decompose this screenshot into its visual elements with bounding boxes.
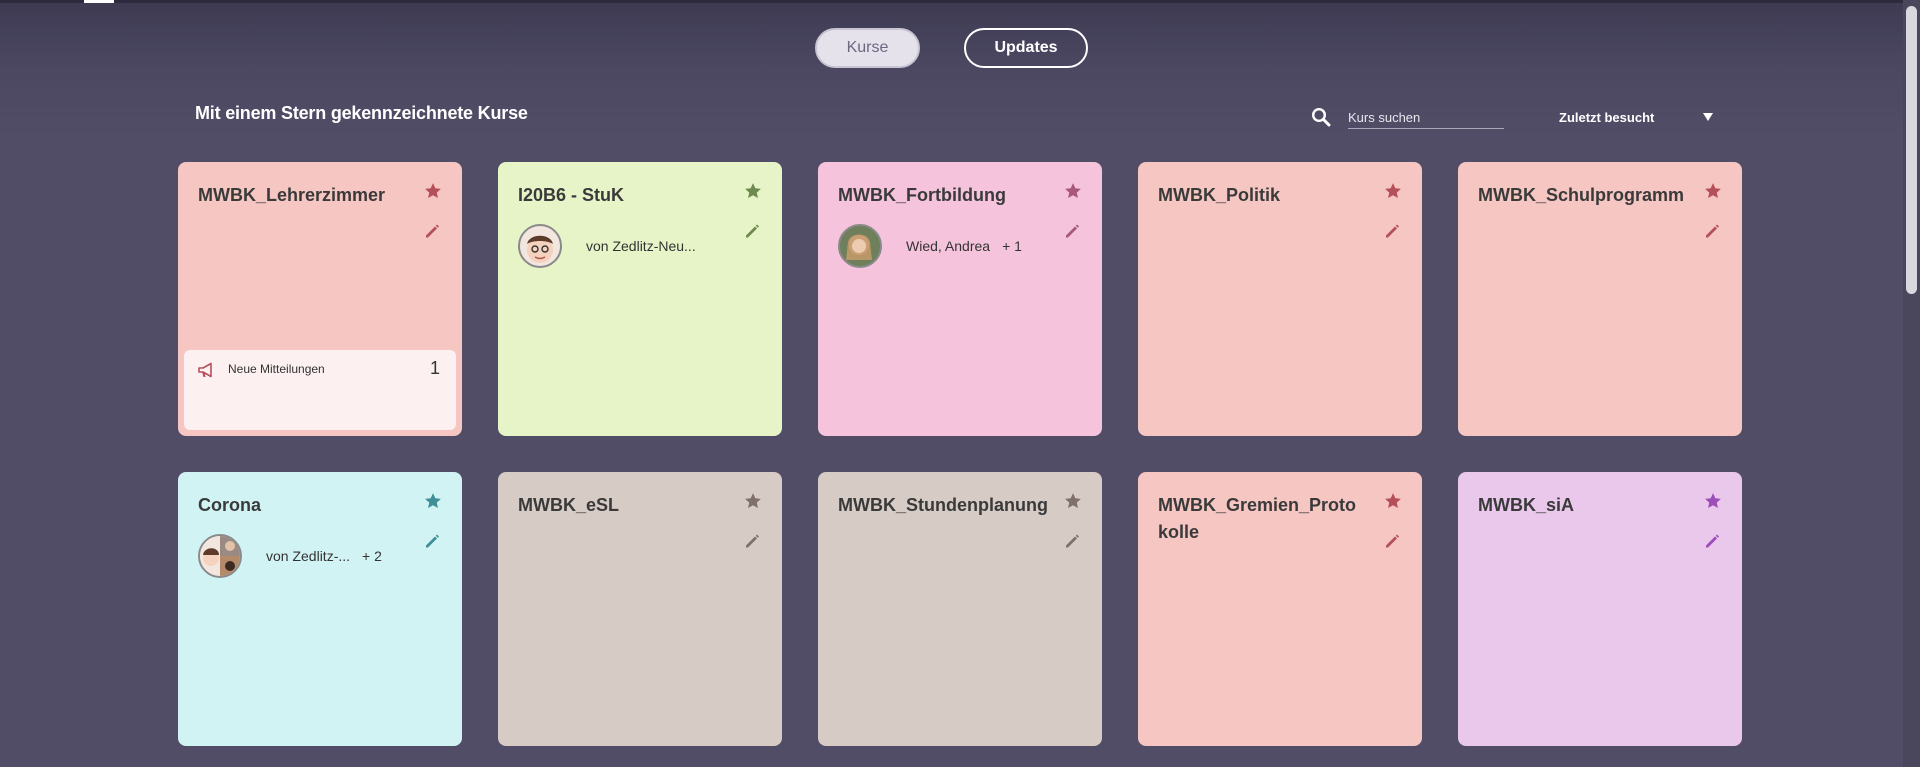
avatar (198, 534, 242, 578)
edit-pencil-icon[interactable] (424, 223, 440, 239)
course-title: MWBK_Lehrerzimmer (198, 185, 386, 205)
owner-extra-count: + 2 (362, 548, 382, 564)
edit-pencil-icon[interactable] (1064, 533, 1080, 549)
star-icon[interactable] (1384, 492, 1402, 510)
course-title: MWBK_Gremien_Protokolle (1158, 495, 1357, 542)
owner-name: Wied, Andrea (906, 238, 991, 254)
edit-pencil-icon[interactable] (1704, 533, 1720, 549)
top-bar-indicator (84, 0, 114, 3)
top-bar (0, 0, 1920, 3)
course-card[interactable]: MWBK_Fortbildung Wied, Andrea + 1 (818, 162, 1102, 436)
sort-dropdown[interactable]: Zuletzt besucht (1559, 106, 1713, 128)
notice-label: Neue Mitteilungen (228, 362, 325, 376)
chevron-down-icon (1703, 113, 1713, 121)
star-icon[interactable] (1704, 182, 1722, 200)
tab-kurse[interactable]: Kurse (815, 28, 920, 68)
tab-updates[interactable]: Updates (964, 28, 1088, 68)
search-icon[interactable] (1311, 107, 1331, 127)
course-title: I20B6 - StuK (518, 185, 625, 205)
course-title: MWBK_siA (1478, 495, 1575, 515)
course-card[interactable]: MWBK_Schulprogramm (1458, 162, 1742, 436)
star-icon[interactable] (1064, 182, 1082, 200)
course-card[interactable]: MWBK_Lehrerzimmer Neue Mitteilungen 1 (178, 162, 462, 436)
edit-pencil-icon[interactable] (424, 533, 440, 549)
star-icon[interactable] (424, 492, 442, 510)
star-icon[interactable] (1704, 492, 1722, 510)
owner-extra-count: + 1 (1002, 238, 1022, 254)
edit-pencil-icon[interactable] (1384, 223, 1400, 239)
owner-name: von Zedlitz-Neu... (586, 238, 696, 254)
course-search-input[interactable] (1348, 106, 1504, 129)
course-title: MWBK_Fortbildung (838, 185, 1006, 205)
new-messages-panel[interactable]: Neue Mitteilungen 1 (184, 350, 456, 430)
course-title: MWBK_Politik (1158, 185, 1281, 205)
course-title: MWBK_eSL (518, 495, 620, 515)
course-owner: von Zedlitz-Neu... (518, 224, 696, 268)
course-card[interactable]: MWBK_Gremien_Protokolle (1138, 472, 1422, 746)
avatar (518, 224, 562, 268)
sort-selected-label: Zuletzt besucht (1559, 109, 1655, 125)
course-card[interactable]: I20B6 - StuK von Zedlitz-Neu... (498, 162, 782, 436)
scrollbar-thumb[interactable] (1906, 6, 1917, 294)
owner-name: von Zedlitz-... (266, 548, 351, 564)
notice-count: 1 (429, 358, 440, 378)
star-icon[interactable] (744, 182, 762, 200)
edit-pencil-icon[interactable] (1064, 223, 1080, 239)
star-icon[interactable] (744, 492, 762, 510)
course-owner: von Zedlitz-... + 2 (198, 534, 382, 578)
course-card[interactable]: MWBK_Stundenplanung (818, 472, 1102, 746)
course-title: MWBK_Schulprogramm (1478, 185, 1685, 205)
edit-pencil-icon[interactable] (744, 223, 760, 239)
section-title: Mit einem Stern gekennzeichnete Kurse (195, 103, 528, 123)
vertical-scrollbar[interactable] (1903, 0, 1920, 767)
course-card[interactable]: MWBK_eSL (498, 472, 782, 746)
edit-pencil-icon[interactable] (1384, 533, 1400, 549)
star-icon[interactable] (424, 182, 442, 200)
edit-pencil-icon[interactable] (1704, 223, 1720, 239)
course-card[interactable]: Corona von Zedlitz-... + 2 (178, 472, 462, 746)
avatar (838, 224, 882, 268)
star-icon[interactable] (1384, 182, 1402, 200)
edit-pencil-icon[interactable] (744, 533, 760, 549)
course-title: MWBK_Stundenplanung (838, 495, 1048, 515)
star-icon[interactable] (1064, 492, 1082, 510)
course-card[interactable]: MWBK_Politik (1138, 162, 1422, 436)
course-title: Corona (198, 495, 261, 515)
megaphone-icon (198, 362, 212, 378)
course-owner: Wied, Andrea + 1 (838, 224, 1022, 268)
course-card[interactable]: MWBK_siA (1458, 472, 1742, 746)
